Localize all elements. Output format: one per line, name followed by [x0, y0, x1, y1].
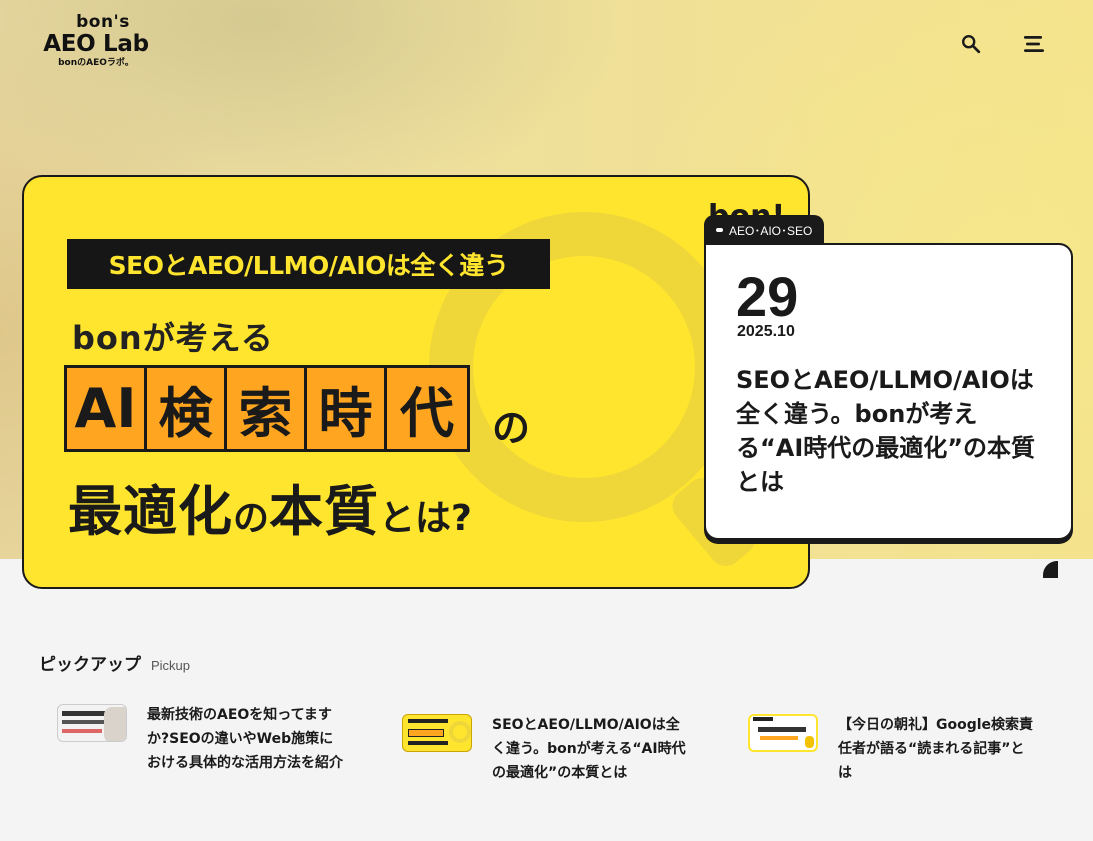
logo-sub-text: bonのAEOラボ。	[58, 58, 134, 68]
hero-band-text: SEOとAEO/LLMO/AIOは全く違う	[67, 239, 550, 289]
logo-main-text: AEO Lab	[43, 31, 149, 57]
pickup-thumbnail	[748, 714, 818, 752]
category-tag[interactable]: AEO･AIO･SEO	[704, 215, 825, 245]
pickup-item-title: 最新技術のAEOを知ってますか?SEOの違いやWeb施策における具体的な活用方法…	[147, 707, 343, 771]
hero-keyword-box: 索	[227, 368, 307, 449]
pickup-item[interactable]: SEOとAEO/LLMO/AIOは全く違う。bonが考える“AI時代の最適化”の…	[402, 713, 688, 785]
pickup-heading: ピックアップ Pickup	[39, 650, 190, 675]
article-title: SEOとAEO/LLMO/AIOは全く違う。bonが考える“AI時代の最適化”の…	[736, 366, 1036, 496]
hero-lead-text: bonが考える	[72, 319, 274, 357]
pickup-item[interactable]: 【今日の朝礼】Google検索責任者が語る“読まれる記事”とは	[748, 713, 1034, 785]
pickup-title: ピックアップ	[39, 655, 141, 675]
site-logo[interactable]: bon's AEO Lab bonのAEOラボ。	[40, 14, 152, 76]
hero-keyword-box: 代	[387, 368, 467, 449]
search-button[interactable]	[957, 30, 985, 58]
pickup-item[interactable]: 最新技術のAEOを知ってますか?SEOの違いやWeb施策における具体的な活用方法…	[57, 703, 343, 775]
pickup-item-title: SEOとAEO/LLMO/AIOは全く違う。bonが考える“AI時代の最適化”の…	[492, 717, 686, 781]
hero-bottom-big-2: 本質	[269, 480, 380, 543]
featured-article-card[interactable]: 29 2025.10 SEOとAEO/LLMO/AIOは全く違う。bonが考える…	[704, 243, 1073, 540]
hero-bottom-small-2: とは?	[379, 498, 472, 539]
hero-bottom-small-1: の	[233, 498, 270, 539]
hero-keyword-boxes: AI 検 索 時 代	[64, 365, 470, 452]
pickup-item-title: 【今日の朝礼】Google検索責任者が語る“読まれる記事”とは	[838, 717, 1034, 781]
hero-bottom-big-1: 最適化	[68, 480, 233, 543]
search-icon	[962, 35, 981, 54]
menu-button[interactable]	[1020, 30, 1048, 58]
article-year-month: 2025.10	[737, 323, 795, 340]
article-day: 29	[736, 265, 799, 328]
hero-eyecatch-image[interactable]: bon! SEOとAEO/LLMO/AIOは全く違う bonが考える AI 検 …	[22, 175, 810, 589]
slider-corner-decoration	[1043, 561, 1058, 578]
hero-keyword-box: 検	[147, 368, 227, 449]
tag-dot-icon	[716, 228, 723, 232]
hamburger-menu-icon	[1024, 36, 1044, 52]
pickup-thumbnail	[57, 704, 127, 742]
hero-particle-text: の	[492, 406, 531, 450]
category-tag-label: AEO･AIO･SEO	[729, 223, 813, 238]
logo-top-text: bon's	[76, 12, 130, 32]
pickup-title-en: Pickup	[151, 658, 191, 673]
pickup-thumbnail	[402, 714, 472, 752]
hero-bottom-text: 最適化の本質とは?	[68, 467, 472, 546]
hero-keyword-box: 時	[307, 368, 387, 449]
hero-keyword-box: AI	[67, 368, 147, 449]
